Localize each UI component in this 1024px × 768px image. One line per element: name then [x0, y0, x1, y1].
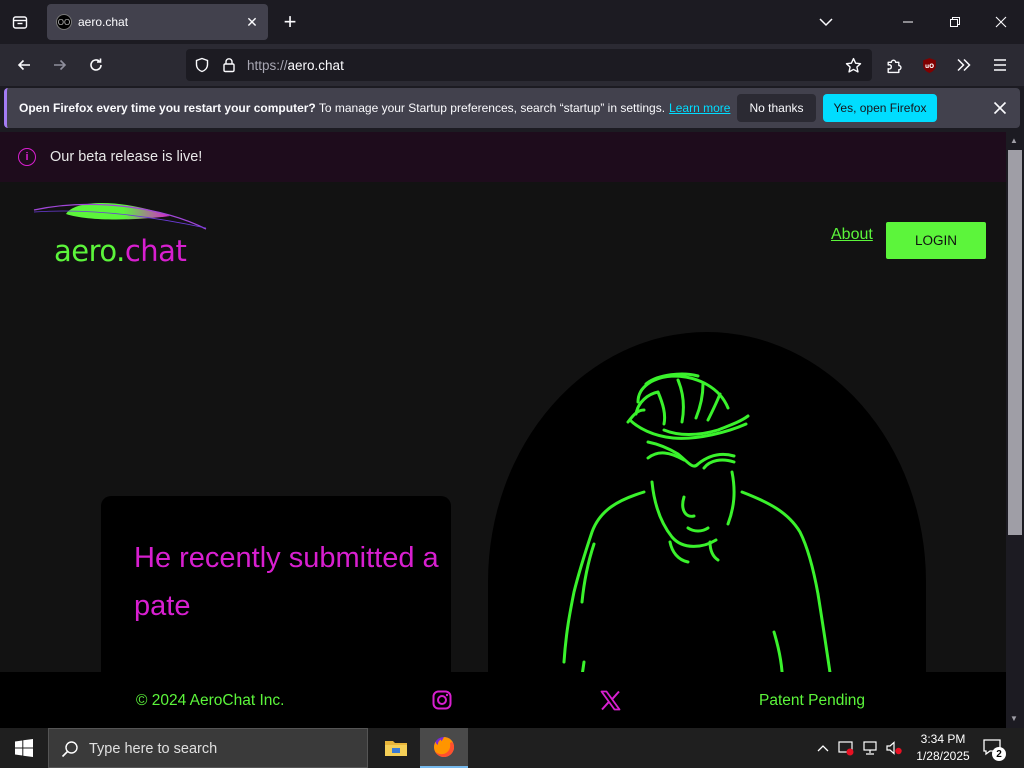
about-link[interactable]: About	[831, 226, 873, 244]
show-hidden-icons-chevron-icon[interactable]	[814, 738, 832, 758]
file-explorer-icon[interactable]	[374, 728, 418, 768]
login-button[interactable]: LOGIN	[886, 222, 986, 259]
new-tab-icon[interactable]: +	[278, 9, 302, 34]
cyclist-outline-illustration	[562, 372, 840, 728]
beta-banner: i Our beta release is live!	[0, 132, 1006, 182]
notification-count-badge: 2	[992, 747, 1006, 761]
volume-muted-icon[interactable]	[884, 738, 904, 758]
hero-portrait	[488, 332, 926, 728]
logo-wordmark: aero.chat	[54, 234, 187, 268]
aero-favicon-icon: OO	[56, 14, 72, 30]
svg-text:uO: uO	[924, 63, 933, 69]
taskbar-search-box[interactable]: Type here to search	[48, 728, 368, 768]
tab-manager-icon[interactable]	[8, 10, 32, 34]
yes-open-firefox-button[interactable]: Yes, open Firefox	[823, 94, 937, 122]
browser-tab[interactable]: OO aero.chat ✕	[47, 4, 268, 40]
url-host: aero.chat	[287, 58, 344, 73]
tab-title: aero.chat	[78, 15, 129, 29]
tracking-protection-shield-icon[interactable]	[192, 55, 212, 75]
forward-arrow-icon[interactable]	[48, 53, 72, 77]
system-tray: 3:34 PM 1/28/2025 2	[810, 728, 1024, 768]
tab-close-icon[interactable]: ✕	[242, 12, 262, 32]
page-content: i Our beta release is live! aero.chat Ab…	[0, 132, 1006, 728]
learn-more-link[interactable]: Learn more	[669, 101, 730, 115]
url-text[interactable]: https://aero.chat	[247, 58, 344, 73]
hamburger-menu-icon[interactable]	[988, 53, 1012, 77]
back-arrow-icon[interactable]	[12, 53, 36, 77]
restore-icon[interactable]	[943, 10, 967, 34]
security-alert-icon[interactable]	[836, 738, 856, 758]
notification-title: Open Firefox every time you restart your…	[19, 101, 316, 115]
x-twitter-icon[interactable]	[600, 690, 621, 711]
search-placeholder: Type here to search	[89, 741, 218, 757]
navigation-toolbar: https://aero.chat uO	[0, 44, 1024, 86]
no-thanks-button[interactable]: No thanks	[737, 94, 816, 122]
page-scrollbar[interactable]: ▲ ▼	[1006, 132, 1024, 728]
instagram-icon[interactable]	[432, 690, 452, 710]
scrollbar-thumb[interactable]	[1008, 150, 1022, 535]
notification-message: Open Firefox every time you restart your…	[19, 101, 730, 115]
network-icon[interactable]	[860, 738, 880, 758]
logo-dot: .	[116, 234, 125, 268]
scroll-down-arrow-icon[interactable]: ▼	[1010, 714, 1018, 723]
url-scheme: https://	[247, 58, 288, 73]
browser-tab-strip: OO aero.chat ✕ +	[0, 0, 1024, 44]
logo-aero: aero	[54, 234, 117, 268]
list-all-tabs-icon[interactable]	[814, 10, 838, 34]
page-footer: © 2024 AeroChat Inc. Patent Pending	[0, 672, 1006, 728]
close-window-icon[interactable]	[989, 10, 1013, 34]
scroll-up-arrow-icon[interactable]: ▲	[1010, 136, 1018, 145]
beta-banner-text: Our beta release is live!	[50, 149, 203, 165]
patent-pending-text: Patent Pending	[759, 692, 866, 709]
clock-date[interactable]: 1/28/2025	[913, 749, 973, 763]
search-icon	[61, 740, 79, 763]
more-tools-chevrons-icon[interactable]	[952, 53, 976, 77]
notification-body: To manage your Startup preferences, sear…	[318, 101, 666, 115]
bookmark-star-icon[interactable]	[842, 54, 864, 76]
reload-icon[interactable]	[84, 53, 108, 77]
minimize-icon[interactable]	[896, 10, 920, 34]
windows-start-icon[interactable]	[0, 728, 48, 768]
windows-taskbar: Type here to search 3:34 PM 1/28/2025 2	[0, 728, 1024, 768]
extensions-puzzle-icon[interactable]	[881, 53, 905, 77]
clock-time[interactable]: 3:34 PM	[915, 732, 971, 746]
logo-chat: chat	[124, 234, 187, 268]
lock-icon[interactable]	[219, 55, 239, 75]
firefox-taskbar-icon[interactable]	[420, 728, 468, 768]
copyright-text: © 2024 AeroChat Inc.	[136, 692, 285, 709]
typing-headline: He recently submitted a pate	[134, 542, 439, 622]
info-icon: i	[18, 148, 36, 166]
notification-close-icon[interactable]	[990, 98, 1010, 118]
url-bar[interactable]: https://aero.chat	[186, 49, 872, 81]
default-browser-notification: Open Firefox every time you restart your…	[4, 88, 1020, 128]
aerochat-logo[interactable]: aero.chat	[30, 194, 210, 268]
aerofoil-logo-icon	[33, 203, 207, 230]
ublock-origin-icon[interactable]: uO	[917, 53, 941, 77]
